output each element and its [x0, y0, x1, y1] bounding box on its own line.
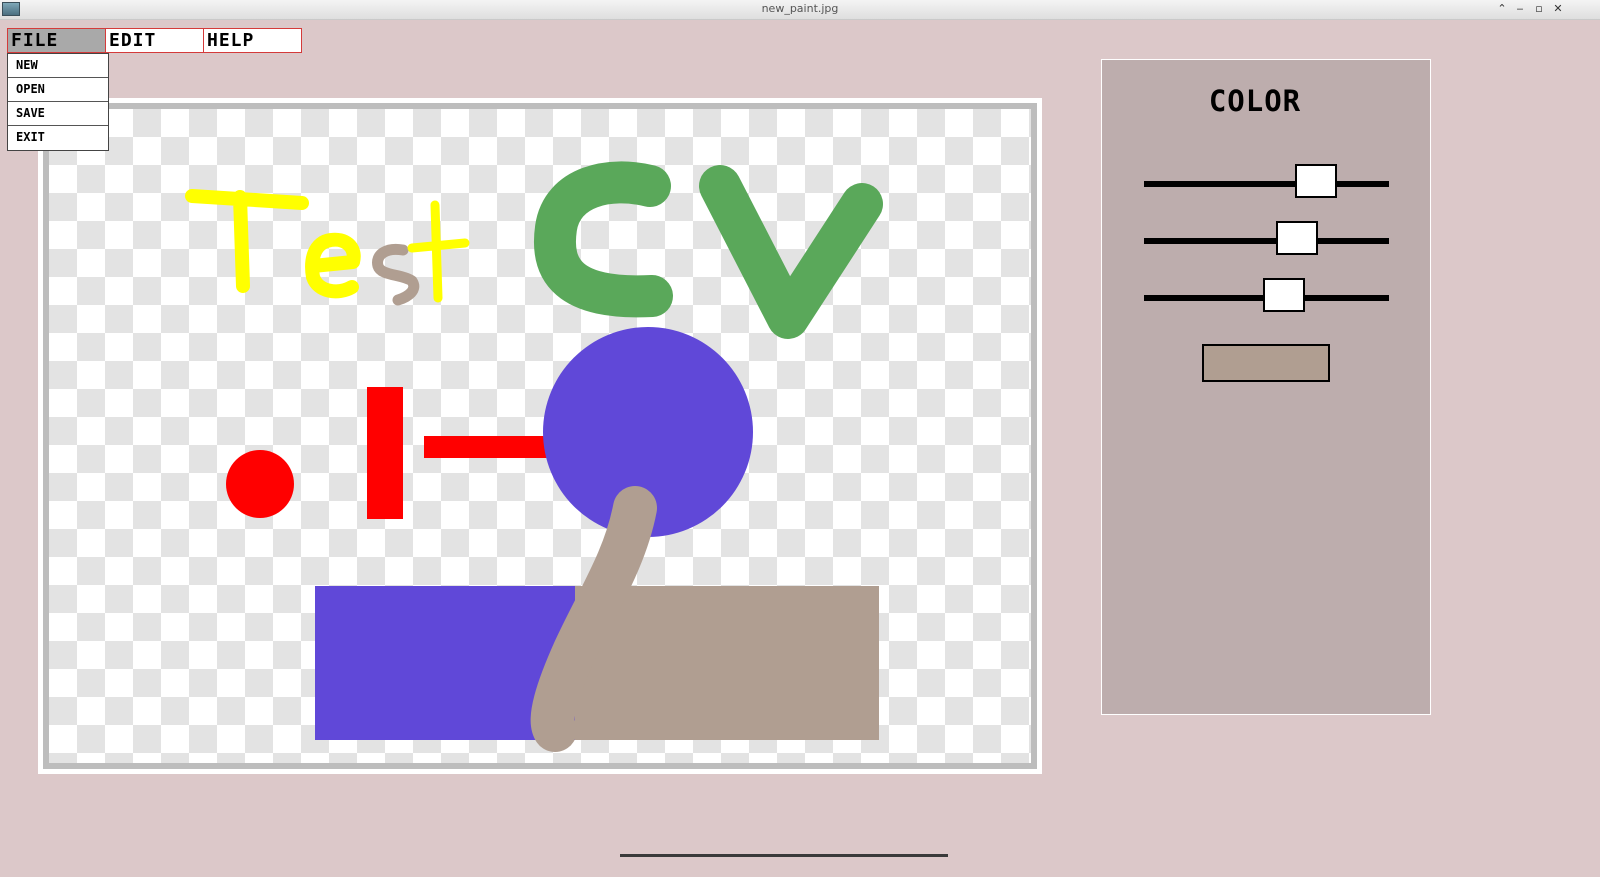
restore-button[interactable]: ‒	[1512, 1, 1528, 17]
menu-file[interactable]: FILE	[7, 28, 106, 53]
menu-edit[interactable]: EDIT	[105, 28, 204, 53]
canvas-stroke-text-s	[372, 243, 420, 306]
menu-item-new[interactable]: NEW	[8, 54, 108, 78]
canvas-border	[43, 103, 1037, 769]
menu-item-open[interactable]: OPEN	[8, 78, 108, 102]
canvas-stroke-text-t	[407, 200, 470, 303]
canvas-frame	[38, 98, 1042, 774]
file-dropdown-menu: NEW OPEN SAVE EXIT	[7, 53, 109, 151]
color-panel: COLOR	[1101, 59, 1431, 715]
canvas-stroke-text-C	[534, 161, 673, 318]
red-slider-thumb[interactable]	[1294, 164, 1337, 198]
canvas-stroke-text-T	[185, 189, 309, 293]
canvas-stroke-text-e	[305, 232, 361, 299]
blue-slider-thumb[interactable]	[1262, 278, 1305, 312]
window-title: new_paint.jpg	[761, 2, 839, 15]
canvas-stroke-text-V	[699, 165, 883, 339]
window-titlebar[interactable]: new_paint.jpg ⌃ ‒ ▫ ✕	[0, 0, 1600, 20]
paint-app-window: new_paint.jpg ⌃ ‒ ▫ ✕ FILE EDIT HELP NEW…	[0, 0, 1600, 877]
canvas-shape-red-bar-vertical	[367, 387, 403, 519]
canvas-shape-red-dot	[226, 450, 294, 518]
menu-help[interactable]: HELP	[203, 28, 302, 53]
maximize-button[interactable]: ▫	[1531, 1, 1547, 17]
minimize-button[interactable]: ⌃	[1494, 1, 1510, 17]
color-panel-title: COLOR	[1208, 84, 1302, 118]
green-slider-thumb[interactable]	[1276, 221, 1319, 255]
canvas-shape-red-bar-horizontal	[424, 436, 554, 458]
red-slider-track[interactable]	[1144, 181, 1389, 187]
close-button[interactable]: ✕	[1550, 1, 1566, 17]
menu-item-exit[interactable]: EXIT	[8, 126, 108, 150]
drawing-canvas[interactable]	[49, 109, 1031, 763]
canvas-shape-taupe-rect	[575, 586, 879, 740]
menu-item-save[interactable]: SAVE	[8, 102, 108, 126]
bottom-scroll-indicator	[620, 854, 948, 857]
green-slider-track[interactable]	[1144, 238, 1389, 244]
current-color-swatch	[1202, 344, 1330, 382]
